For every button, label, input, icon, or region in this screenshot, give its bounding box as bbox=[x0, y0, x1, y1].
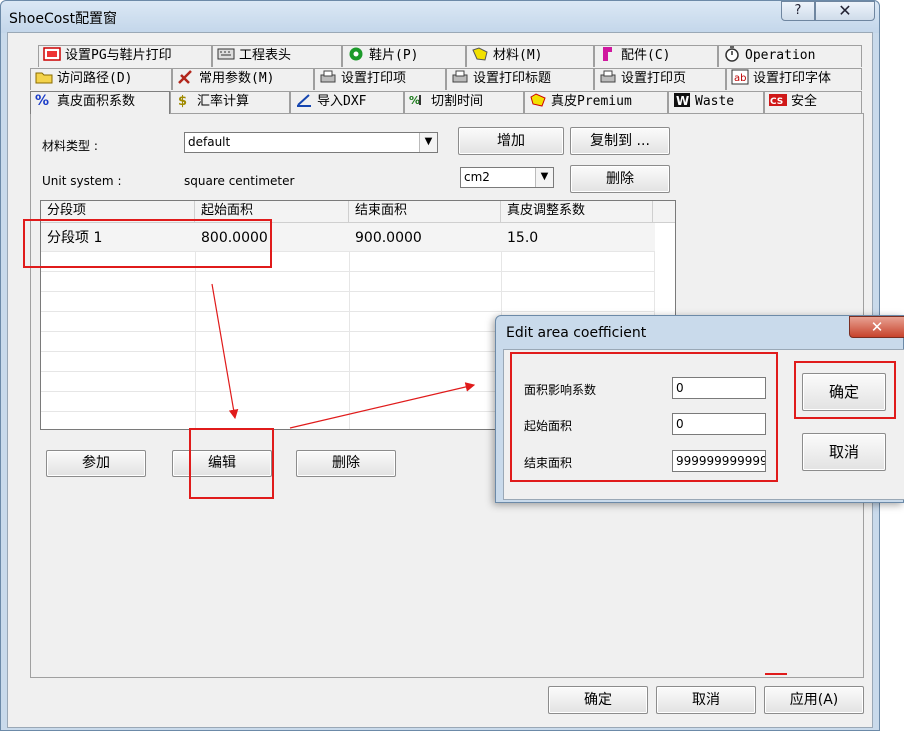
start-area-label: 起始面积 bbox=[524, 419, 573, 433]
end-area-input[interactable]: 999999999999 bbox=[672, 450, 766, 472]
dialog-close-button[interactable]: ✕ bbox=[849, 316, 904, 338]
tab-leather-area-coefficient[interactable]: % 真皮面积系数 bbox=[30, 91, 170, 114]
dialog-ok-button[interactable]: 确定 bbox=[802, 373, 886, 411]
dialog-title: Edit area coefficient bbox=[506, 325, 647, 341]
annotation-arrow bbox=[211, 283, 239, 420]
svg-text:%: % bbox=[35, 93, 49, 108]
dialog-cancel-button[interactable]: 取消 bbox=[802, 433, 886, 471]
area-factor-label: 面积影响系数 bbox=[524, 383, 597, 397]
tab-label: 真皮面积系数 bbox=[57, 94, 136, 109]
annotation-arrow bbox=[289, 382, 476, 429]
end-area-label: 结束面积 bbox=[524, 456, 573, 470]
start-area-input[interactable]: 0 bbox=[672, 413, 766, 435]
area-factor-input[interactable]: 0 bbox=[672, 377, 766, 399]
percent-icon: % bbox=[35, 93, 49, 108]
